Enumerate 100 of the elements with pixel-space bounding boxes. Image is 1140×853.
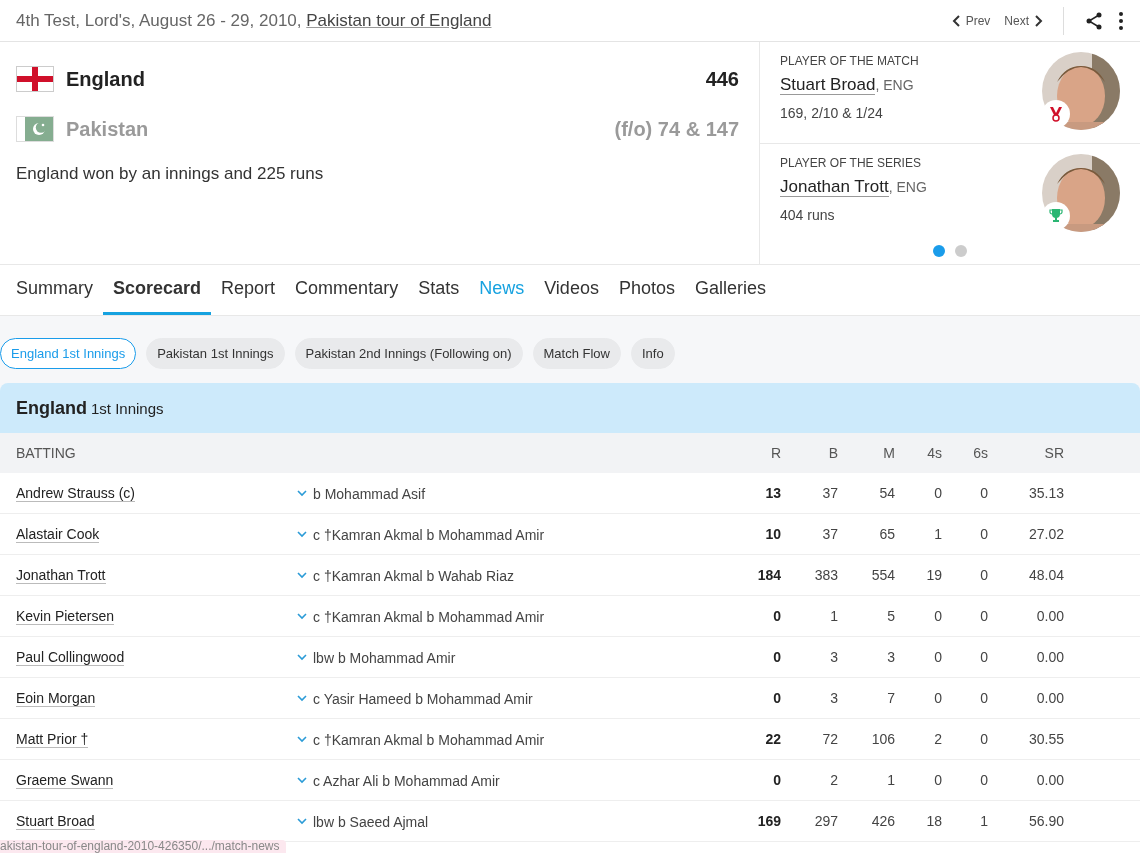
table-cell-text: 0	[979, 526, 988, 542]
table-cell-text: 3	[829, 690, 838, 706]
table-cell-text: 0	[933, 649, 942, 665]
chevron-down-icon	[297, 818, 307, 826]
table-cell-text: 106	[870, 731, 895, 747]
table-cell-text: 13	[764, 485, 781, 501]
column-header: SR	[1043, 445, 1064, 461]
tab[interactable]: Videos	[534, 265, 609, 315]
table-cell-text: 65	[878, 526, 895, 542]
dismissal-toggle[interactable]: c †Kamran Akmal b Mohammad Amir	[297, 608, 545, 625]
chevron-down-icon	[297, 531, 307, 539]
table-cell-text: 0	[979, 690, 988, 706]
batter-link[interactable]: Matt Prior †	[16, 731, 89, 748]
column-header: R	[769, 445, 781, 461]
innings-tab[interactable]: Pakistan 1st Innings	[146, 338, 285, 369]
column-header: BATTING	[16, 445, 77, 461]
dismissal-toggle[interactable]: c †Kamran Akmal b Wahab Riaz	[297, 567, 514, 584]
table-cell-text: 0.00	[1035, 608, 1064, 624]
table-cell-text: 7	[886, 690, 895, 706]
share-icon[interactable]	[1084, 10, 1104, 31]
chevron-down-icon	[297, 490, 307, 498]
dismissal-toggle[interactable]: c †Kamran Akmal b Mohammad Amir	[297, 731, 545, 748]
dismissal-toggle[interactable]: c †Kamran Akmal b Mohammad Amir	[297, 526, 545, 543]
tab[interactable]: Galleries	[684, 265, 776, 315]
chevron-left-icon	[951, 14, 960, 27]
player-link[interactable]: Jonathan Trott	[780, 177, 889, 197]
table-cell-text: 0	[772, 690, 781, 706]
column-header: M	[882, 445, 895, 461]
table-cell-text: 72	[821, 731, 838, 747]
tab[interactable]: Commentary	[285, 265, 409, 315]
series-link[interactable]: Pakistan tour of England	[306, 10, 492, 30]
column-header: B	[827, 445, 838, 461]
table-cell-text: 22	[764, 731, 781, 747]
table-cell-text: 0	[979, 731, 988, 747]
dismissal-toggle[interactable]: c Yasir Hameed b Mohammad Amir	[297, 690, 533, 707]
team-name[interactable]: England	[66, 67, 706, 91]
chevron-right-icon	[1035, 14, 1043, 27]
chevron-down-icon	[297, 777, 307, 785]
chevron-down-icon	[297, 613, 307, 621]
result-text: England won by an innings and 225 runs	[16, 164, 325, 184]
innings-tab[interactable]: Match Flow	[532, 338, 621, 369]
table-cell-text: 37	[821, 526, 838, 542]
table-cell-text: 0	[933, 690, 942, 706]
batter-link[interactable]: Paul Collingwood	[16, 649, 125, 666]
batter-link[interactable]: Stuart Broad	[16, 813, 95, 830]
player-team: , ENG	[888, 179, 927, 195]
batter-link[interactable]: Eoin Morgan	[16, 690, 96, 707]
table-cell-text: 1	[979, 813, 988, 829]
carousel-dot[interactable]	[933, 245, 945, 257]
tab[interactable]: Photos	[608, 265, 685, 315]
tab[interactable]: Stats	[408, 265, 470, 315]
innings-team: England	[16, 397, 87, 419]
table-cell-text: 1	[933, 526, 942, 542]
table-cell-text: 0	[772, 608, 781, 624]
dismissal-toggle[interactable]: lbw b Mohammad Amir	[297, 649, 456, 666]
column-header: 6s	[972, 445, 988, 461]
batter-link[interactable]: Kevin Pietersen	[16, 608, 115, 625]
flag-icon	[16, 116, 54, 142]
table-cell-text: 27.02	[1027, 526, 1064, 542]
batter-link[interactable]: Jonathan Trott	[16, 567, 106, 584]
table-cell-text: 0	[979, 608, 988, 624]
prev-link[interactable]: Prev	[951, 13, 991, 28]
tab[interactable]: Report	[211, 265, 286, 315]
table-cell-text: 554	[870, 567, 895, 583]
table-cell-text: 169	[756, 813, 781, 829]
innings-tab[interactable]: Info	[631, 338, 675, 369]
match-info: 4th Test, Lord's, August 26 - 29, 2010, Pakistan tour of England	[16, 10, 492, 31]
table-cell-text: 0.00	[1035, 772, 1064, 788]
table-cell-text: 3	[886, 649, 895, 665]
batter-link[interactable]: Graeme Swann	[16, 772, 114, 789]
tab[interactable]: Summary	[16, 265, 103, 315]
trophy-icon	[1049, 208, 1063, 224]
table-cell-text: 0	[933, 772, 942, 788]
batter-link[interactable]: Andrew Strauss (c)	[16, 485, 136, 502]
table-cell-text: 0	[933, 485, 942, 501]
chevron-down-icon	[297, 572, 307, 580]
table-cell-text: 56.90	[1027, 813, 1064, 829]
url-status-tooltip: akistan-tour-of-england-2010-426350/.../match-news	[0, 840, 286, 853]
table-cell-text: 2	[829, 772, 838, 788]
table-cell-text: 3	[829, 649, 838, 665]
chevron-down-icon	[297, 695, 307, 703]
innings-tab[interactable]: Pakistan 2nd Innings (Following on)	[294, 338, 523, 369]
table-cell-text: 0	[772, 772, 781, 788]
table-cell-text: 0	[772, 649, 781, 665]
dismissal-toggle[interactable]: c Azhar Ali b Mohammad Amir	[297, 772, 500, 789]
next-link[interactable]: Next	[1004, 13, 1043, 28]
chevron-down-icon	[297, 736, 307, 744]
batter-link[interactable]: Alastair Cook	[16, 526, 100, 543]
award-label: PLAYER OF THE MATCH	[780, 54, 919, 68]
table-cell-text: 30.55	[1027, 731, 1064, 747]
column-header: 4s	[926, 445, 942, 461]
team-score: (f/o) 74 & 147	[614, 117, 739, 141]
dismissal-toggle[interactable]: b Mohammad Asif	[297, 485, 426, 502]
table-cell-text: 48.04	[1027, 567, 1064, 583]
carousel-dot[interactable]	[955, 245, 967, 257]
medal-icon	[1049, 106, 1063, 122]
table-cell-text: 184	[756, 567, 781, 583]
table-cell-text: 37	[821, 485, 838, 501]
dismissal-toggle[interactable]: lbw b Saeed Ajmal	[297, 813, 429, 830]
more-icon[interactable]	[1118, 10, 1124, 31]
